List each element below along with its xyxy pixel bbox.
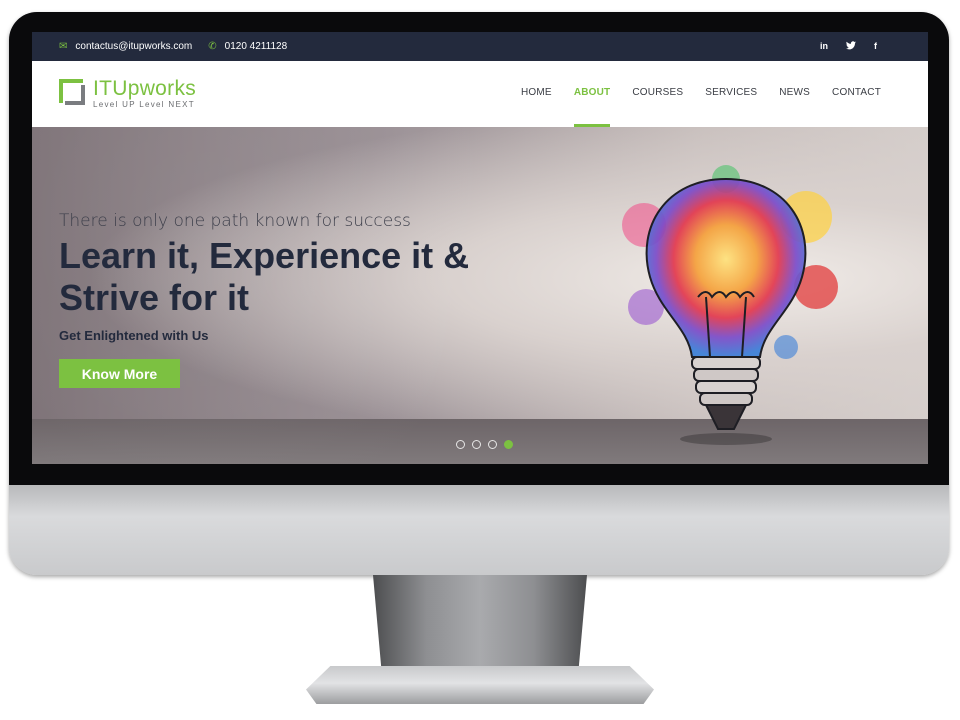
phone-icon: ✆ (208, 41, 217, 52)
nav-home[interactable]: HOME (521, 61, 552, 127)
slider-dot[interactable] (472, 440, 481, 449)
monitor-chin (9, 485, 949, 575)
email-contact[interactable]: ✉ contactus@itupworks.com (59, 41, 192, 52)
hero-tagline: There is only one path known for success (59, 211, 411, 231)
nav-contact[interactable]: CONTACT (832, 61, 881, 127)
envelope-icon: ✉ (59, 41, 68, 52)
social-links: in f (820, 41, 877, 52)
twitter-icon[interactable] (846, 41, 856, 52)
lightbulb-illustration (622, 165, 838, 445)
facebook-icon[interactable]: f (874, 41, 877, 52)
phone-contact[interactable]: ✆ 0120 4211128 (208, 41, 287, 52)
nav-courses[interactable]: COURSES (632, 61, 683, 127)
email-text: contactus@itupworks.com (75, 41, 193, 52)
slider-dots (456, 440, 513, 449)
top-contact-bar: ✉ contactus@itupworks.com ✆ 0120 4211128… (32, 32, 928, 61)
hero-subheading: Get Enlightened with Us (59, 328, 209, 343)
phone-text: 0120 4211128 (224, 41, 288, 52)
slider-dot[interactable] (488, 440, 497, 449)
hero-slider: There is only one path known for success… (32, 127, 928, 464)
primary-nav: HOME ABOUT COURSES SERVICES NEWS CONTACT (521, 61, 903, 127)
logo-tagline: Level UP Level NEXT (93, 100, 195, 109)
monitor-stand-base (306, 666, 654, 704)
logo-mark-icon (59, 79, 85, 105)
slider-dot-active[interactable] (504, 440, 513, 449)
website-screen: ✉ contactus@itupworks.com ✆ 0120 4211128… (32, 32, 928, 464)
site-logo[interactable]: ITUpworks Level UP Level NEXT (59, 77, 197, 109)
slider-dot[interactable] (456, 440, 465, 449)
logo-name: ITUpworks (93, 77, 197, 100)
know-more-button[interactable]: Know More (59, 359, 180, 388)
hero-headline: Learn it, Experience it & Strive for it (59, 235, 470, 318)
nav-about[interactable]: ABOUT (573, 61, 611, 127)
monitor-stand-neck (373, 575, 587, 671)
linkedin-icon[interactable]: in (820, 41, 828, 52)
nav-news[interactable]: NEWS (779, 61, 810, 127)
nav-services[interactable]: SERVICES (705, 61, 757, 127)
main-navbar: ITUpworks Level UP Level NEXT HOME ABOUT… (32, 61, 928, 127)
